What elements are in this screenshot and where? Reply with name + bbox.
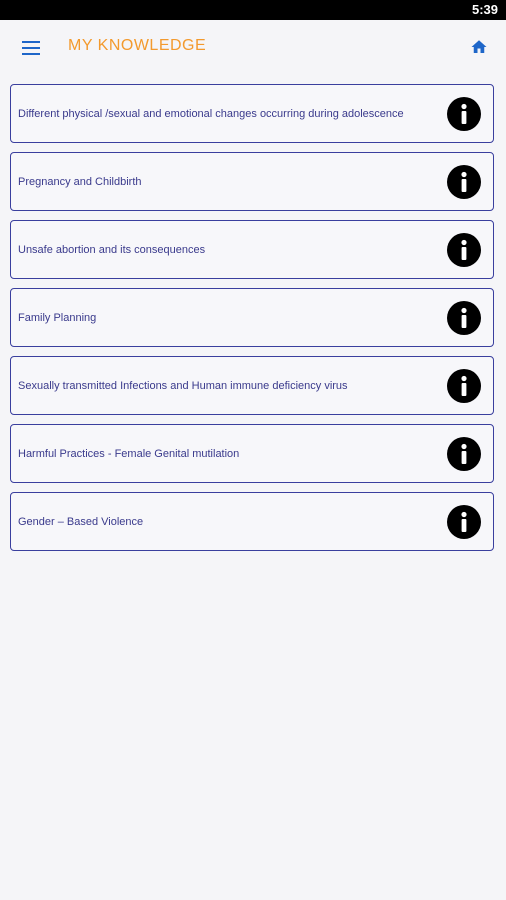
topic-card-harmful-practices[interactable]: Harmful Practices - Female Genital mutil… <box>10 424 494 483</box>
info-icon[interactable] <box>447 368 481 403</box>
info-icon[interactable] <box>447 96 481 131</box>
topic-card-gender-based-violence[interactable]: Gender – Based Violence <box>10 492 494 551</box>
topic-list: Different physical /sexual and emotional… <box>10 84 494 560</box>
info-icon[interactable] <box>447 232 481 267</box>
topic-label: Sexually transmitted Infections and Huma… <box>18 379 348 392</box>
topic-label: Gender – Based Violence <box>18 515 144 528</box>
status-bar: 5:39 <box>0 0 506 20</box>
app-bar: MY KNOWLEDGE <box>0 20 506 76</box>
topic-label: Family Planning <box>18 311 97 324</box>
hamburger-menu-icon[interactable] <box>22 41 40 55</box>
topic-label: Harmful Practices - Female Genital mutil… <box>18 447 240 460</box>
page-title: MY KNOWLEDGE <box>68 37 207 54</box>
info-icon[interactable] <box>447 504 481 539</box>
topic-card-unsafe-abortion[interactable]: Unsafe abortion and its consequences <box>10 220 494 279</box>
topic-card-sti-hiv[interactable]: Sexually transmitted Infections and Huma… <box>10 356 494 415</box>
topic-card-adolescence-changes[interactable]: Different physical /sexual and emotional… <box>10 84 494 143</box>
info-icon[interactable] <box>447 300 481 335</box>
home-icon[interactable] <box>470 38 488 56</box>
topic-label: Unsafe abortion and its consequences <box>18 243 206 256</box>
info-icon[interactable] <box>447 164 481 199</box>
info-icon[interactable] <box>447 436 481 471</box>
topic-card-pregnancy[interactable]: Pregnancy and Childbirth <box>10 152 494 211</box>
home-icon-shape <box>471 40 487 53</box>
topic-label: Pregnancy and Childbirth <box>18 175 142 188</box>
topic-label: Different physical /sexual and emotional… <box>18 107 404 120</box>
topic-card-family-planning[interactable]: Family Planning <box>10 288 494 347</box>
status-time: 5:39 <box>471 2 498 17</box>
